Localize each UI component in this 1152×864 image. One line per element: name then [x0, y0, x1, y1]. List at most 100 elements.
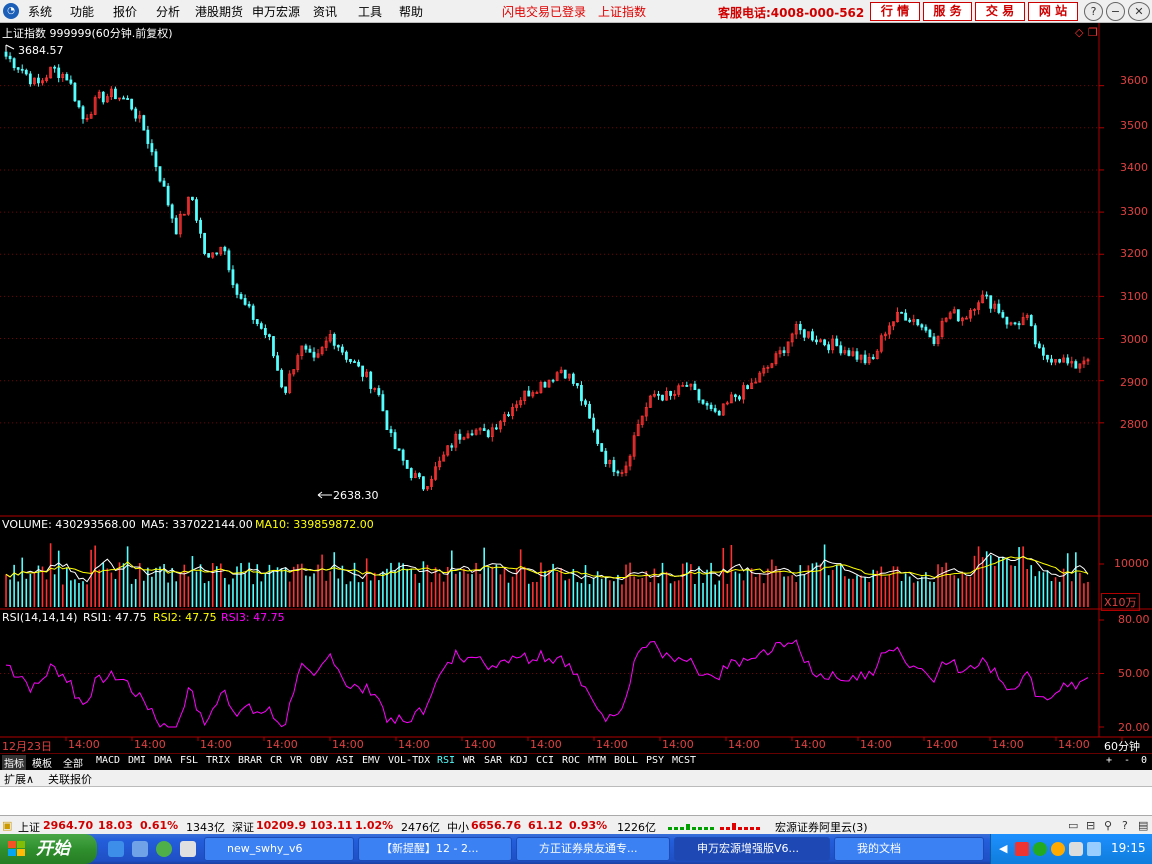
- tray-shield-icon[interactable]: [1069, 842, 1083, 856]
- candle-body: [612, 460, 616, 473]
- trade-button[interactable]: 交 易: [975, 2, 1025, 21]
- tab-macd[interactable]: MACD: [96, 755, 120, 766]
- app-logo-icon[interactable]: ◔: [3, 3, 19, 19]
- time-axis-label: 14:00: [200, 738, 232, 751]
- tab-emv[interactable]: EMV: [362, 755, 380, 766]
- candle-body: [312, 351, 316, 358]
- market-button[interactable]: 行 情: [870, 2, 920, 21]
- clock[interactable]: 19:15: [1111, 841, 1146, 855]
- period-selector[interactable]: 60分钟: [1104, 738, 1140, 754]
- tab-sar[interactable]: SAR: [484, 755, 502, 766]
- kline-chart-area[interactable]: 上证指数 999999(60分钟.前复权) 3684.57 2638.30 ◇ …: [0, 23, 1152, 753]
- candle-body: [815, 339, 818, 343]
- taskbar-item-forum[interactable]: 【新提醒】12 - 2...: [358, 837, 512, 861]
- zoom-reset-button[interactable]: 0: [1141, 755, 1147, 766]
- menu-item-swhy[interactable]: 申万宏源: [252, 3, 300, 20]
- taskbar-item-label: 申万宏源增强版V6...: [697, 842, 800, 855]
- candle-body: [417, 473, 421, 478]
- tab-cr[interactable]: CR: [270, 755, 282, 766]
- broker-server[interactable]: 宏源证券阿里云(3): [775, 819, 868, 835]
- tab-mcst[interactable]: MCST: [672, 755, 696, 766]
- lock-icon[interactable]: ⊟: [1086, 819, 1095, 832]
- status-icon[interactable]: ▣: [2, 819, 12, 832]
- candle-body: [268, 334, 271, 337]
- tab-dmi[interactable]: DMI: [128, 755, 146, 766]
- browser-icon[interactable]: [132, 841, 148, 857]
- zoom-out-button[interactable]: -: [1124, 755, 1130, 766]
- close-icon[interactable]: ✕: [1128, 2, 1150, 21]
- menu-item-quote[interactable]: 报价: [113, 3, 137, 20]
- signal-icon[interactable]: ⚲: [1104, 819, 1112, 832]
- show-desktop-icon[interactable]: [180, 841, 196, 857]
- diamond-icon[interactable]: ◇: [1075, 26, 1083, 39]
- related-quotes-tab[interactable]: 关联报价: [48, 771, 92, 787]
- taskbar-item-documents[interactable]: 我的文档: [834, 837, 984, 861]
- price-axis-label: 2900: [1120, 376, 1148, 389]
- windows-taskbar: 开始 new_swhy_v6 【新提醒】12 - 2... 方正证券泉友通专..…: [0, 834, 1152, 864]
- menu-item-tools[interactable]: 工具: [358, 3, 382, 20]
- tab-indicator[interactable]: 指标: [2, 755, 26, 770]
- tray-arrow-icon[interactable]: ◀: [999, 842, 1007, 855]
- menu-item-hk-futures[interactable]: 港股期货: [195, 3, 243, 20]
- tab-all[interactable]: 全部: [63, 755, 83, 770]
- tab-fsl[interactable]: FSL: [180, 755, 198, 766]
- minimize-icon[interactable]: −: [1106, 2, 1125, 21]
- zoom-in-button[interactable]: +: [1106, 755, 1112, 766]
- taskbar-item-founder[interactable]: 方正证券泉友通专...: [516, 837, 670, 861]
- chrome-icon[interactable]: [156, 841, 172, 857]
- current-index-name[interactable]: 上证指数: [598, 3, 646, 20]
- tab-roc[interactable]: ROC: [562, 755, 580, 766]
- candle-body: [381, 394, 385, 412]
- menu-item-function[interactable]: 功能: [70, 3, 94, 20]
- layout-icon[interactable]: ▭: [1068, 819, 1078, 832]
- ie-icon[interactable]: [108, 841, 124, 857]
- tray-alert-icon[interactable]: [1015, 842, 1029, 856]
- taskbar-item-swhy[interactable]: 申万宏源增强版V6...: [674, 837, 830, 861]
- tab-kdj[interactable]: KDJ: [510, 755, 528, 766]
- sz-index-amount: 2476亿: [401, 821, 440, 834]
- tab-mtm[interactable]: MTM: [588, 755, 606, 766]
- candle-body: [393, 432, 397, 450]
- tab-trix[interactable]: TRIX: [206, 755, 230, 766]
- start-button[interactable]: 开始: [0, 834, 97, 864]
- help-status-icon[interactable]: ?: [1122, 819, 1128, 832]
- flash-login-status[interactable]: 闪电交易已登录: [502, 3, 586, 20]
- menu-item-analysis[interactable]: 分析: [156, 3, 180, 20]
- website-button[interactable]: 网 站: [1028, 2, 1078, 21]
- expand-tab[interactable]: 扩展∧: [4, 771, 34, 787]
- candle-body: [823, 339, 826, 346]
- menu-item-help[interactable]: 帮助: [399, 3, 423, 20]
- candle-body: [57, 67, 61, 78]
- help-icon[interactable]: ?: [1084, 2, 1103, 21]
- tab-vr[interactable]: VR: [290, 755, 302, 766]
- tray-network-icon[interactable]: [1033, 842, 1047, 856]
- tab-asi[interactable]: ASI: [336, 755, 354, 766]
- tab-template[interactable]: 模板: [32, 755, 52, 770]
- candle-body: [150, 143, 154, 153]
- settings-status-icon[interactable]: ▤: [1138, 819, 1148, 832]
- tab-psy[interactable]: PSY: [646, 755, 664, 766]
- candle-body: [203, 232, 206, 254]
- tab-cci[interactable]: CCI: [536, 755, 554, 766]
- tab-boll[interactable]: BOLL: [614, 755, 638, 766]
- tray-app-icon[interactable]: [1051, 842, 1065, 856]
- candle-body: [304, 345, 308, 350]
- tab-brar[interactable]: BRAR: [238, 755, 262, 766]
- tab-rsi[interactable]: RSI: [437, 755, 455, 766]
- tab-obv[interactable]: OBV: [310, 755, 328, 766]
- candle-body: [280, 369, 283, 388]
- candle-body: [409, 468, 413, 479]
- menu-item-news[interactable]: 资讯: [313, 3, 337, 20]
- menu-item-system[interactable]: 系统: [28, 3, 52, 20]
- candle-body: [705, 402, 709, 406]
- tray-volume-icon[interactable]: [1087, 842, 1101, 856]
- time-axis-label: 14:00: [266, 738, 298, 751]
- taskbar-item-folder[interactable]: new_swhy_v6: [204, 837, 354, 861]
- tab-wr[interactable]: WR: [463, 755, 475, 766]
- service-button[interactable]: 服 务: [923, 2, 972, 21]
- candle-body: [146, 129, 150, 144]
- chart-canvas[interactable]: [0, 23, 1152, 753]
- tab-dma[interactable]: DMA: [154, 755, 172, 766]
- tab-vol-tdx[interactable]: VOL-TDX: [388, 755, 430, 766]
- restore-panel-icon[interactable]: ❐: [1088, 26, 1098, 39]
